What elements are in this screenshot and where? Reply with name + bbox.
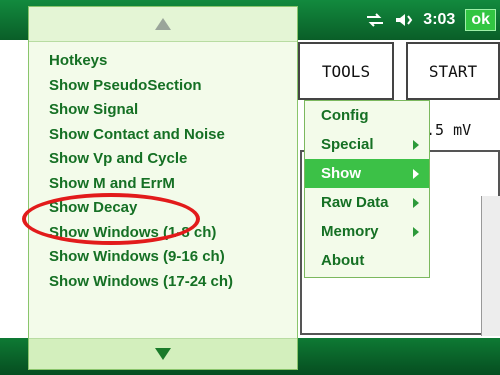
tools-submenu: Config Special Show Raw Data Memory Abou… bbox=[304, 100, 430, 278]
menu-item-show-pseudosection[interactable]: Show PseudoSection bbox=[49, 74, 233, 99]
scroll-down-button[interactable] bbox=[29, 338, 297, 369]
submenu-item-about[interactable]: About bbox=[305, 246, 429, 275]
menu-item-show-vp-cycle[interactable]: Show Vp and Cycle bbox=[49, 147, 233, 172]
background-left-panel bbox=[0, 40, 31, 340]
voltage-readout: .5 mV bbox=[426, 121, 472, 139]
volume-icon[interactable] bbox=[395, 12, 413, 28]
menu-item-show-signal[interactable]: Show Signal bbox=[49, 98, 233, 123]
submenu-item-config[interactable]: Config bbox=[305, 101, 429, 130]
menu-item-show-m-errm[interactable]: Show M and ErrM bbox=[49, 172, 233, 197]
submenu-item-label: Show bbox=[321, 165, 361, 182]
clock-time[interactable]: 3:03 bbox=[423, 11, 455, 29]
down-arrow-icon bbox=[155, 348, 171, 360]
connectivity-icon[interactable] bbox=[365, 12, 385, 28]
submenu-item-raw-data[interactable]: Raw Data bbox=[305, 188, 429, 217]
submenu-arrow-icon bbox=[413, 169, 419, 179]
ok-button[interactable]: ok bbox=[465, 9, 496, 31]
show-popup-menu: Hotkeys Show PseudoSection Show Signal S… bbox=[28, 6, 298, 370]
up-arrow-icon bbox=[155, 18, 171, 30]
submenu-item-label: Raw Data bbox=[321, 194, 389, 211]
submenu-item-label: Special bbox=[321, 136, 374, 153]
submenu-arrow-icon bbox=[413, 227, 419, 237]
start-button[interactable]: START bbox=[406, 42, 500, 100]
submenu-item-memory[interactable]: Memory bbox=[305, 217, 429, 246]
status-icons: 3:03 ok bbox=[365, 8, 496, 32]
submenu-arrow-icon bbox=[413, 140, 419, 150]
submenu-arrow-icon bbox=[413, 198, 419, 208]
submenu-item-label: About bbox=[321, 252, 365, 269]
scroll-up-button[interactable] bbox=[29, 7, 297, 42]
highlight-ellipse bbox=[22, 193, 200, 245]
background-scrollbar[interactable] bbox=[481, 196, 500, 336]
menu-item-show-windows-9-16[interactable]: Show Windows (9-16 ch) bbox=[49, 245, 233, 270]
menu-item-show-windows-17-24[interactable]: Show Windows (17-24 ch) bbox=[49, 270, 233, 295]
submenu-item-show[interactable]: Show bbox=[305, 159, 429, 188]
menu-item-hotkeys[interactable]: Hotkeys bbox=[49, 49, 233, 74]
submenu-item-label: Config bbox=[321, 107, 369, 124]
menu-item-show-contact-noise[interactable]: Show Contact and Noise bbox=[49, 123, 233, 148]
tools-button[interactable]: TOOLS bbox=[298, 42, 394, 100]
submenu-item-special[interactable]: Special bbox=[305, 130, 429, 159]
submenu-item-label: Memory bbox=[321, 223, 379, 240]
